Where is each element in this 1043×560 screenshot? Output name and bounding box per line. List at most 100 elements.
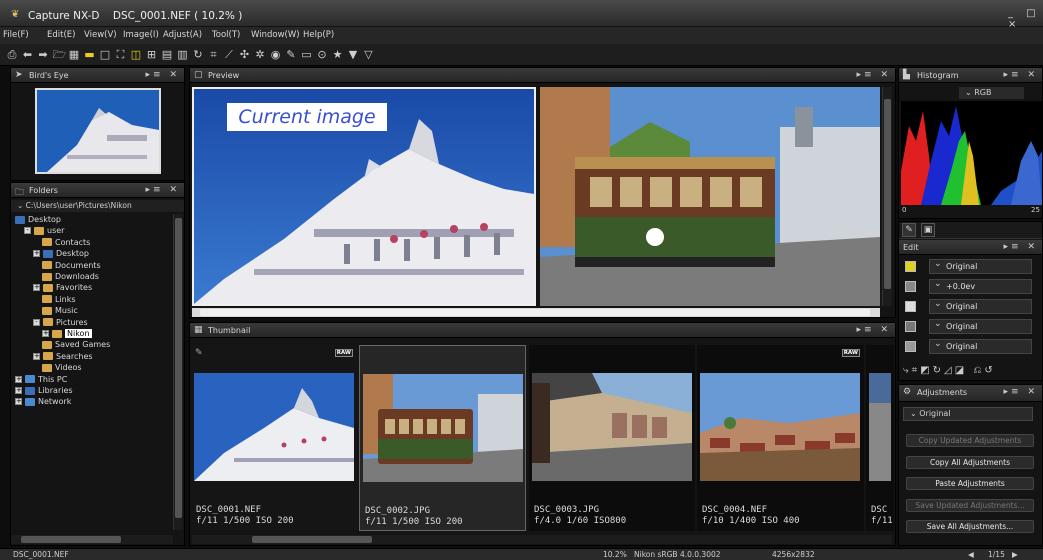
expand-icon[interactable]: + [42,330,49,337]
preview-scrollbar[interactable] [882,87,892,306]
control-point-icon[interactable]: ⊙ [316,48,328,61]
forward-icon[interactable]: ➡ [37,48,49,61]
adjustment-button[interactable]: Copy All Adjustments [906,455,1034,469]
print-icon[interactable]: ⎙ [6,48,18,61]
menu-file[interactable]: File(F) [3,30,29,40]
menu-view[interactable]: View(V) [84,30,117,40]
multi-compare-icon[interactable]: ⊞ [146,48,158,61]
back-icon[interactable]: ⬅ [22,48,34,61]
panel-close-icon[interactable]: ▸≡ ✕ [146,185,180,195]
thumbnail-item[interactable]: DSC_0002.JPG f/11 1/500 ISO 200 [359,345,526,531]
expand-icon[interactable]: + [33,250,40,258]
app-icon: ❦ [11,9,20,20]
thumbnail-item[interactable]: DSC_0001.NEF f/11 1/500 ISO 200 ✎ RAW [191,345,357,531]
tree-item[interactable]: Videos [42,362,82,373]
retouch-icon[interactable]: ✲ [254,48,266,61]
monitor-icon[interactable]: ▭ [301,48,313,61]
layout-alt-icon[interactable]: ▥ [177,48,189,61]
panel-close-icon[interactable]: ▸≡ ✕ [1004,387,1038,397]
expand-icon[interactable]: + [33,352,40,360]
tree-item[interactable]: Documents [42,260,101,271]
folder-path[interactable]: ⌄ C:\Users\user\Pictures\Nikon [11,200,184,212]
tree-item[interactable]: Downloads [42,271,99,282]
menu-help[interactable]: Help(P) [303,30,334,40]
expand-icon[interactable]: + [33,284,40,292]
prev-page-icon[interactable]: ◀ [968,550,974,559]
menu-window[interactable]: Window(W) [251,30,300,40]
thumbnail-exposure: f/11 1/500 ISO 200 [365,517,463,527]
edit-select[interactable]: Original [929,258,1032,274]
preview-hscrollbar[interactable] [192,308,880,317]
tree-item[interactable]: Contacts [42,237,90,248]
color-picker-icon[interactable]: ✎ [285,48,297,61]
tree-item[interactable]: + Network [15,396,71,407]
filter-clear-icon[interactable]: ▽ [363,48,375,61]
tree-item[interactable]: Desktop [15,214,61,225]
expand-icon[interactable]: + [15,387,22,394]
thumbnail-item[interactable]: DSC f/11 [866,345,894,531]
panel-menu-icon[interactable]: ▸≡ ✕ [1004,242,1038,252]
folder-scrollbar[interactable] [173,214,183,530]
histogram-channel-select[interactable]: ⌄ RGB [959,87,1024,99]
folder-open-icon[interactable]: 🗁 [53,48,67,61]
tree-item[interactable]: + This PC [15,374,67,385]
tree-item[interactable]: + Nikon [42,328,92,339]
collapse-icon[interactable]: - [24,227,31,235]
compare-icon[interactable]: ◫ [130,48,142,61]
tree-item[interactable]: + Searches [33,351,93,362]
info-tab-icon[interactable]: ▣ [921,223,935,237]
star-icon[interactable]: ★ [332,48,344,61]
edit-select[interactable]: Original [929,298,1032,314]
edit-select[interactable]: Original [929,338,1032,354]
adjustment-button[interactable]: Save All Adjustments... [906,520,1034,533]
single-view-icon[interactable]: □ [99,48,111,61]
expand-icon[interactable]: + [15,398,22,406]
filmstrip-icon[interactable]: ▬ [84,48,96,61]
red-eye-icon[interactable]: ◉ [270,48,282,61]
edit-tab-icon[interactable]: ✎ [902,223,916,237]
thumbnail-hscrollbar[interactable] [192,535,892,544]
thumbnail-item[interactable]: DSC_0003.JPG f/4.0 1/60 ISO800 [529,345,695,531]
folder-hscrollbar[interactable] [11,535,173,544]
edit-tools-row[interactable]: ⤷⌗◩↻◿◪ ⎌↺ [899,365,1042,381]
filter-icon[interactable]: ▼ [347,48,359,61]
panel-close-icon[interactable]: ▸≡ ✕ [146,70,180,80]
crop-icon[interactable]: ⌗ [208,48,220,61]
panel-close-icon[interactable]: ▸≡ ✕ [857,325,891,335]
edit-select[interactable]: +0.0ev [929,278,1032,294]
adjustments-select[interactable]: ⌄ Original [903,407,1033,421]
adjustment-button[interactable]: Paste Adjustments [906,477,1034,490]
tree-item[interactable]: Links [42,294,76,305]
next-page-icon[interactable]: ▶ [1012,550,1018,559]
tree-item[interactable]: + Desktop [33,248,89,259]
menu-edit[interactable]: Edit(E) [47,30,75,40]
layout-icon[interactable]: ▤ [161,48,173,61]
tree-item[interactable]: - user [24,225,64,236]
tree-item[interactable]: + Favorites [33,282,92,293]
edit-select[interactable]: Original [929,318,1032,334]
tree-item[interactable]: - Pictures [33,317,88,328]
chevron-down-icon: ⌄ [965,88,975,97]
fullscreen-icon[interactable]: ⛶ [115,48,127,61]
menu-image[interactable]: Image(I) [123,30,159,40]
birds-eye-thumbnail[interactable] [35,88,161,174]
panel-close-icon[interactable]: ▸≡ ✕ [857,70,891,80]
dust-icon[interactable]: ✣ [239,48,251,61]
menu-adjust[interactable]: Adjust(A) [163,30,202,40]
status-zoom: 10.2% [603,550,627,559]
menu-tool[interactable]: Tool(T) [212,30,240,40]
tree-item[interactable]: Music [42,305,78,316]
grid-icon[interactable]: ▦ [68,48,80,61]
thumbnail-item[interactable]: DSC_0004.NEF f/10 1/400 ISO 400 RAW [697,345,864,531]
tree-item[interactable]: Saved Games [42,339,110,350]
edit-row: Original [905,318,1032,335]
tree-item[interactable]: + Libraries [15,385,73,396]
adjustment-button[interactable]: Copy Updated Adjustments [906,434,1034,447]
rotate-icon[interactable]: ↻ [192,48,204,61]
panel-close-icon[interactable]: ▸≡ ✕ [1004,70,1038,80]
collapse-icon[interactable]: - [33,318,40,326]
expand-icon[interactable]: + [15,375,22,383]
straighten-icon[interactable]: ⟋ [223,48,235,61]
preview-compare-image[interactable] [540,87,880,306]
adjustment-button[interactable]: Save Updated Adjustments... [906,498,1034,512]
